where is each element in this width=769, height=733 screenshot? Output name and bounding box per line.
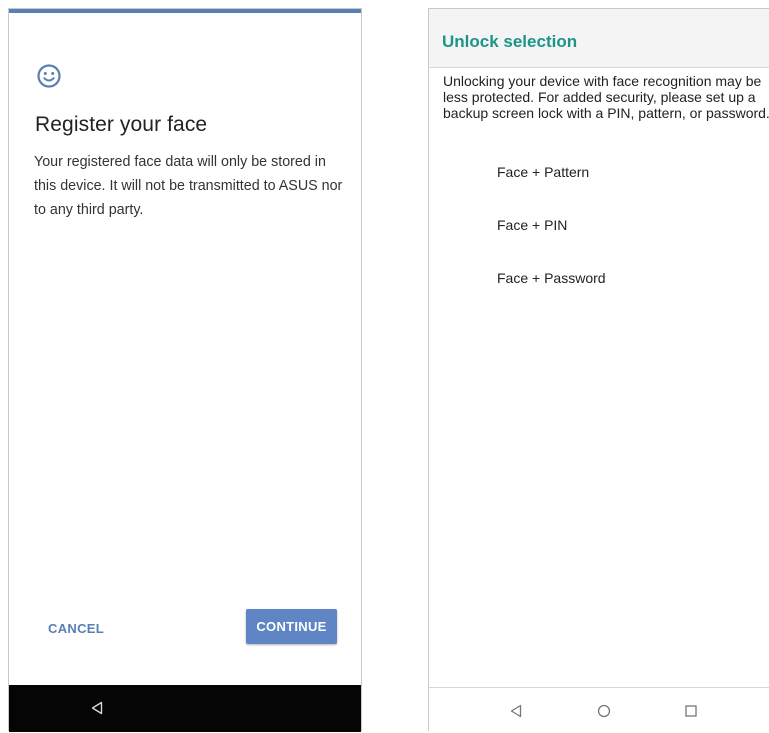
smiley-face-icon xyxy=(37,64,61,88)
option-face-password[interactable]: Face + Password xyxy=(497,270,606,286)
navigation-bar xyxy=(429,687,769,733)
top-accent-line xyxy=(9,9,361,13)
page-title: Unlock selection xyxy=(442,32,578,51)
continue-button[interactable]: CONTINUE xyxy=(246,609,337,644)
security-description: Unlocking your device with face recognit… xyxy=(443,73,769,121)
option-face-pattern[interactable]: Face + Pattern xyxy=(497,164,589,180)
page-title: Register your face xyxy=(35,113,208,136)
register-face-screen: Register your face Your registered face … xyxy=(8,8,362,732)
back-triangle-icon[interactable] xyxy=(509,704,523,718)
app-bar: Unlock selection xyxy=(429,9,769,68)
option-face-pin[interactable]: Face + PIN xyxy=(497,217,567,233)
recents-square-icon[interactable] xyxy=(684,704,698,718)
unlock-selection-screen: Unlock selection Unlocking your device w… xyxy=(428,8,769,733)
cancel-button[interactable]: CANCEL xyxy=(48,621,104,636)
navigation-bar xyxy=(9,685,361,732)
privacy-description: Your registered face data will only be s… xyxy=(34,154,343,218)
home-circle-icon[interactable] xyxy=(597,704,611,718)
back-triangle-icon[interactable] xyxy=(90,701,104,715)
